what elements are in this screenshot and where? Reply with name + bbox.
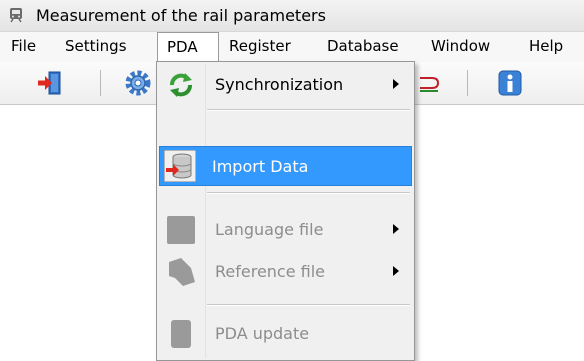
menu-item-reference-file[interactable]: Reference file: [159, 252, 412, 292]
menu-item-import-data[interactable]: Import Data: [159, 146, 412, 186]
import-database-icon: [164, 150, 196, 182]
menu-bar: File Settings PDA Register Database Wind…: [0, 32, 584, 62]
reference-file-icon: [169, 258, 195, 286]
menu-item-label: PDA update: [215, 324, 310, 343]
submenu-arrow-icon: [393, 224, 399, 234]
menu-settings[interactable]: Settings: [56, 32, 136, 62]
sync-arrows-icon: [170, 73, 192, 97]
menu-help[interactable]: Help: [520, 32, 572, 62]
menu-separator: [207, 192, 410, 194]
settings-gear-icon[interactable]: [124, 69, 152, 97]
menu-item-label: Language file: [215, 220, 324, 239]
window-title: Measurement of the rail parameters: [36, 6, 326, 25]
menu-item-language-file[interactable]: Language file: [159, 210, 412, 250]
menu-register[interactable]: Register: [220, 32, 300, 62]
menu-database[interactable]: Database: [318, 32, 408, 62]
train-app-icon: [10, 8, 22, 23]
rail-icon[interactable]: [420, 69, 448, 97]
submenu-arrow-icon: [393, 266, 399, 276]
submenu-arrow-icon: [393, 79, 399, 89]
menu-file[interactable]: File: [2, 32, 45, 62]
menu-item-pda-update[interactable]: PDA update: [159, 314, 412, 354]
pda-dropdown-menu: Synchronization Import Data Language fil…: [156, 61, 415, 361]
menu-item-label: Reference file: [215, 262, 326, 281]
toolbar-separator: [100, 70, 101, 96]
exit-door-icon[interactable]: [36, 69, 64, 97]
info-icon[interactable]: [496, 69, 524, 97]
menu-item-label: Import Data: [212, 157, 309, 176]
pda-update-icon: [171, 320, 191, 348]
menu-separator: [207, 304, 410, 306]
menu-item-label: Synchronization: [215, 75, 344, 94]
toolbar-separator: [467, 70, 468, 96]
language-file-icon: [167, 216, 195, 244]
title-bar: Measurement of the rail parameters: [0, 0, 584, 32]
menu-separator: [207, 109, 410, 111]
menu-item-synchronization[interactable]: Synchronization: [159, 65, 412, 105]
menu-pda[interactable]: PDA: [157, 32, 219, 62]
menu-window[interactable]: Window: [422, 32, 499, 62]
